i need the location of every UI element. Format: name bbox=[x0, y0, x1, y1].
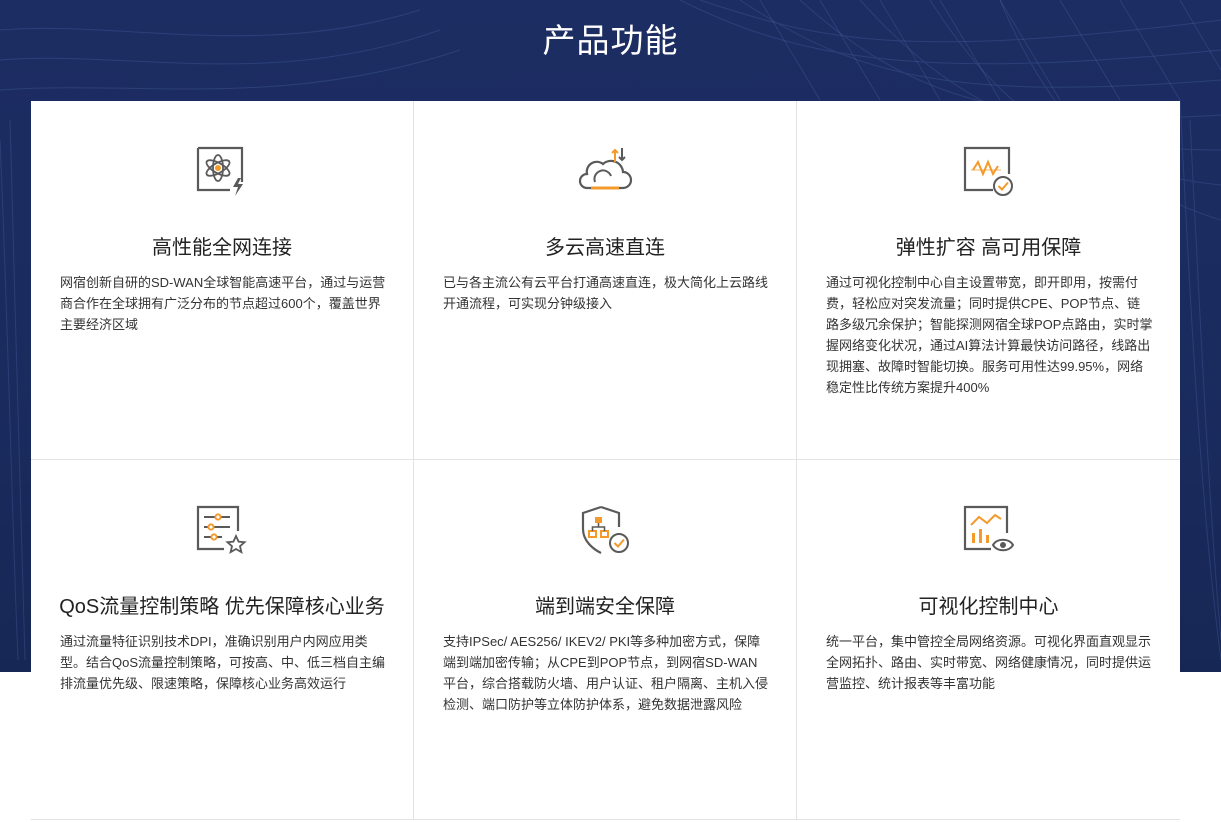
feature-title: 多云高速直连 bbox=[545, 237, 665, 259]
feature-description: 通过流量特征识别技术DPI，准确识别用户内网应用类型。结合QoS流量控制策略，可… bbox=[60, 634, 386, 691]
feature-description: 支持IPSec/ AES256/ IKEV2/ PKI等多种加密方式，保障端到端… bbox=[443, 634, 769, 712]
shield-network-check-icon bbox=[577, 503, 633, 557]
feature-description: 已与各主流公有云平台打通高速直连，极大简化上云路线开通流程，可实现分钟级接入 bbox=[443, 275, 769, 311]
feature-card: 弹性扩容 高可用保障 通过可视化控制中心自主设置带宽，即开即用，按需付费，轻松应… bbox=[797, 101, 1180, 460]
settings-list-star-icon bbox=[194, 503, 250, 557]
section-title: 产品功能 bbox=[542, 22, 679, 59]
feature-title: 高性能全网连接 bbox=[152, 237, 292, 259]
feature-title: 弹性扩容 高可用保障 bbox=[895, 237, 1082, 259]
atom-lightning-icon bbox=[194, 144, 250, 198]
feature-grid: 高性能全网连接 网宿创新自研的SD-WAN全球智能高速平台，通过与运营商合作在全… bbox=[31, 101, 1180, 820]
feature-card: 高性能全网连接 网宿创新自研的SD-WAN全球智能高速平台，通过与运营商合作在全… bbox=[31, 101, 414, 460]
cloud-transfer-icon bbox=[577, 144, 633, 198]
feature-card: 端到端安全保障 支持IPSec/ AES256/ IKEV2/ PKI等多种加密… bbox=[414, 460, 797, 820]
feature-card: 可视化控制中心 统一平台，集中管控全局网络资源。可视化界面直观显示全网拓扑、路由… bbox=[797, 460, 1180, 820]
chart-eye-icon bbox=[961, 503, 1017, 557]
feature-card: 多云高速直连 已与各主流公有云平台打通高速直连，极大简化上云路线开通流程，可实现… bbox=[414, 101, 797, 460]
waveform-check-icon bbox=[961, 144, 1017, 198]
feature-card: QoS流量控制策略 优先保障核心业务 通过流量特征识别技术DPI，准确识别用户内… bbox=[31, 460, 414, 820]
feature-title: 可视化控制中心 bbox=[918, 596, 1059, 618]
feature-title: QoS流量控制策略 优先保障核心业务 bbox=[59, 596, 385, 618]
feature-description: 网宿创新自研的SD-WAN全球智能高速平台，通过与运营商合作在全球拥有广泛分布的… bbox=[60, 275, 386, 332]
feature-description: 统一平台，集中管控全局网络资源。可视化界面直观显示全网拓扑、路由、实时带宽、网络… bbox=[826, 634, 1152, 691]
feature-title: 端到端安全保障 bbox=[535, 596, 675, 618]
feature-description: 通过可视化控制中心自主设置带宽，即开即用，按需付费，轻松应对突发流量；同时提供C… bbox=[826, 275, 1153, 395]
